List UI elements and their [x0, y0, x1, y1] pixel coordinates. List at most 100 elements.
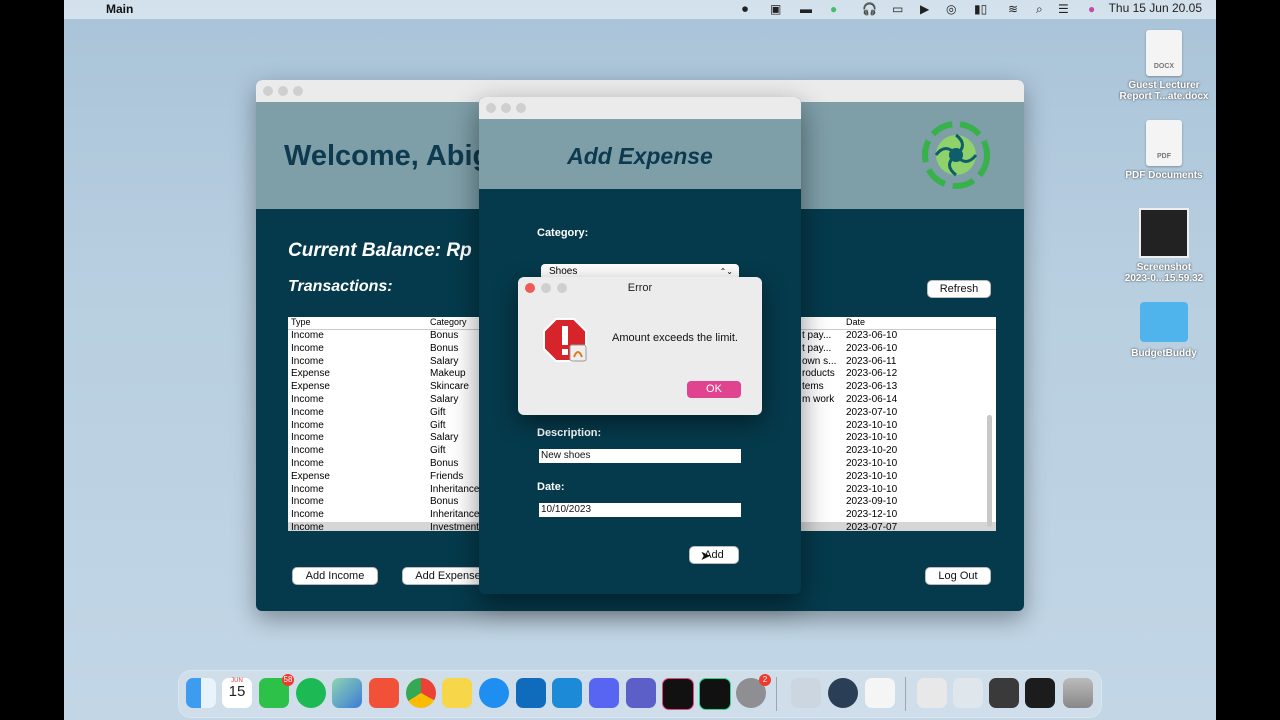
terminal-thumbnail-icon[interactable]	[1025, 678, 1055, 708]
intellij-icon[interactable]	[662, 678, 694, 710]
cell-category: Gift	[430, 445, 446, 457]
add-expense-title: Add Expense	[567, 143, 713, 169]
line-status-icon[interactable]: ●	[830, 3, 837, 16]
airdrop-icon[interactable]: ◎	[946, 3, 956, 16]
dock: JUN 15 58 2	[179, 671, 1101, 717]
discord-icon[interactable]	[589, 678, 619, 708]
expense-window-titlebar[interactable]	[479, 97, 801, 119]
desktop-icon-label: Guest Lecturer	[1128, 80, 1200, 91]
pycharm-icon[interactable]	[699, 678, 731, 710]
zoom-button[interactable]	[516, 103, 526, 113]
cell-date: 2023-06-14	[846, 393, 898, 405]
error-message: Amount exceeds the limit.	[612, 332, 738, 344]
cell-type: Income	[291, 330, 324, 341]
cell-date: 2023-06-12	[846, 368, 898, 380]
recent-window-thumbnail-icon[interactable]	[917, 678, 947, 708]
budgetbuddy-logo-icon	[922, 121, 990, 189]
cell-type: Income	[291, 419, 324, 431]
cell-category: Inheritance	[430, 509, 480, 521]
chrome-icon[interactable]	[406, 678, 436, 708]
desktop: Main ⏺ ▣ ▬ ● 🎧 ▭ ▶ ◎ ▮▯ ≋ ⌕ ☰ ● Thu 15 J…	[64, 0, 1216, 720]
desktop-icon-label: Report T...ate.docx	[1119, 91, 1209, 102]
line-badge: 58	[282, 674, 294, 686]
date-label: Date:	[537, 481, 565, 493]
app-menu-name[interactable]: Main	[106, 2, 133, 16]
cell-desc: roducts	[802, 368, 835, 380]
netbeans-icon[interactable]	[332, 678, 362, 708]
notes-icon[interactable]	[442, 678, 472, 708]
cell-category: Salary	[430, 355, 459, 367]
headphones-icon[interactable]: 🎧	[862, 3, 877, 16]
cell-date: 2023-10-10	[846, 432, 898, 444]
safari-icon[interactable]	[479, 678, 509, 708]
cell-category: Gift	[430, 419, 446, 431]
column-header-date[interactable]: Date	[846, 317, 865, 327]
record-icon[interactable]: ⏺	[742, 3, 748, 16]
desktop-folder-pdf-documents[interactable]: PDF PDF Documents	[1114, 120, 1214, 181]
outlook-icon[interactable]	[516, 678, 546, 708]
search-icon[interactable]: ⌕	[1036, 3, 1043, 16]
swift-icon[interactable]	[369, 678, 399, 708]
vscode-icon[interactable]	[552, 678, 582, 708]
spotify-icon[interactable]	[296, 678, 326, 708]
menu-clock[interactable]: Thu 15 Jun 20.05	[1109, 2, 1202, 15]
cell-type: Income	[291, 393, 324, 405]
recent-window-thumbnail-icon[interactable]	[989, 678, 1019, 708]
log-out-button[interactable]: Log Out	[926, 568, 990, 584]
cell-category: Bonus	[430, 330, 459, 341]
refresh-button[interactable]: Refresh	[928, 281, 990, 297]
calendar-icon[interactable]: JUN 15	[222, 678, 252, 708]
cell-category: Investment	[430, 521, 479, 531]
control-center-icon[interactable]: ☰	[1058, 3, 1069, 16]
cell-date: 2023-12-10	[846, 509, 898, 521]
date-field[interactable]: 10/10/2023	[539, 503, 741, 517]
description-label: Description:	[537, 427, 602, 439]
recent-window-thumbnail-icon[interactable]	[953, 678, 983, 708]
battery-app-icon[interactable]: ▬	[800, 3, 812, 16]
desktop-folder-budgetbuddy[interactable]: BudgetBuddy	[1114, 302, 1214, 359]
cell-type: Income	[291, 496, 324, 508]
minimize-button[interactable]	[501, 103, 511, 113]
cell-date: 2023-10-10	[846, 457, 898, 469]
folder-icon	[1140, 302, 1188, 342]
column-header-type[interactable]: Type	[291, 317, 311, 327]
quicktime-icon[interactable]	[828, 678, 858, 708]
trash-icon[interactable]	[1063, 678, 1093, 708]
play-icon[interactable]: ▶	[920, 3, 929, 16]
siri-icon[interactable]: ●	[1088, 3, 1095, 16]
display-icon[interactable]: ▭	[892, 3, 903, 16]
java-icon[interactable]	[865, 678, 895, 708]
cell-category: Makeup	[430, 368, 466, 380]
cell-date: 2023-06-10	[846, 330, 898, 341]
docx-file-icon: DOCX	[1146, 30, 1182, 76]
cell-category: Bonus	[430, 457, 459, 469]
close-button[interactable]	[263, 86, 273, 96]
line-icon[interactable]: 58	[259, 674, 294, 708]
wifi-icon[interactable]: ≋	[1008, 3, 1018, 16]
add-button[interactable]: Add	[690, 547, 738, 563]
cell-type: Expense	[291, 381, 330, 393]
cell-date: 2023-10-10	[846, 470, 898, 482]
finder-icon[interactable]	[186, 678, 216, 708]
column-header-category[interactable]: Category	[430, 317, 467, 327]
teams-icon[interactable]	[626, 678, 656, 708]
battery-icon[interactable]: ▮▯	[974, 3, 987, 16]
cell-category: Salary	[430, 432, 459, 444]
system-settings-icon[interactable]: 2	[736, 674, 771, 708]
minimize-button[interactable]	[278, 86, 288, 96]
description-field[interactable]: New shoes	[539, 449, 741, 463]
cell-type: Expense	[291, 470, 330, 482]
ok-button[interactable]: OK	[687, 381, 741, 398]
table-scrollbar[interactable]	[987, 415, 992, 527]
finder-status-icon[interactable]: ▣	[770, 3, 781, 16]
desktop-file-guest-lecturer[interactable]: DOCX Guest Lecturer Report T...ate.docx	[1114, 30, 1214, 102]
desktop-file-screenshot[interactable]: Screenshot 2023-0...15.59.32	[1114, 208, 1214, 284]
cell-type: Expense	[291, 368, 330, 380]
zoom-button[interactable]	[293, 86, 303, 96]
desktop-icon-label: PDF Documents	[1125, 170, 1203, 181]
close-button[interactable]	[486, 103, 496, 113]
preview-icon[interactable]	[791, 678, 821, 708]
desktop-icon-label: Screenshot	[1136, 262, 1192, 273]
add-income-button[interactable]: Add Income	[293, 568, 377, 584]
welcome-heading: Welcome, Abig	[284, 140, 491, 172]
